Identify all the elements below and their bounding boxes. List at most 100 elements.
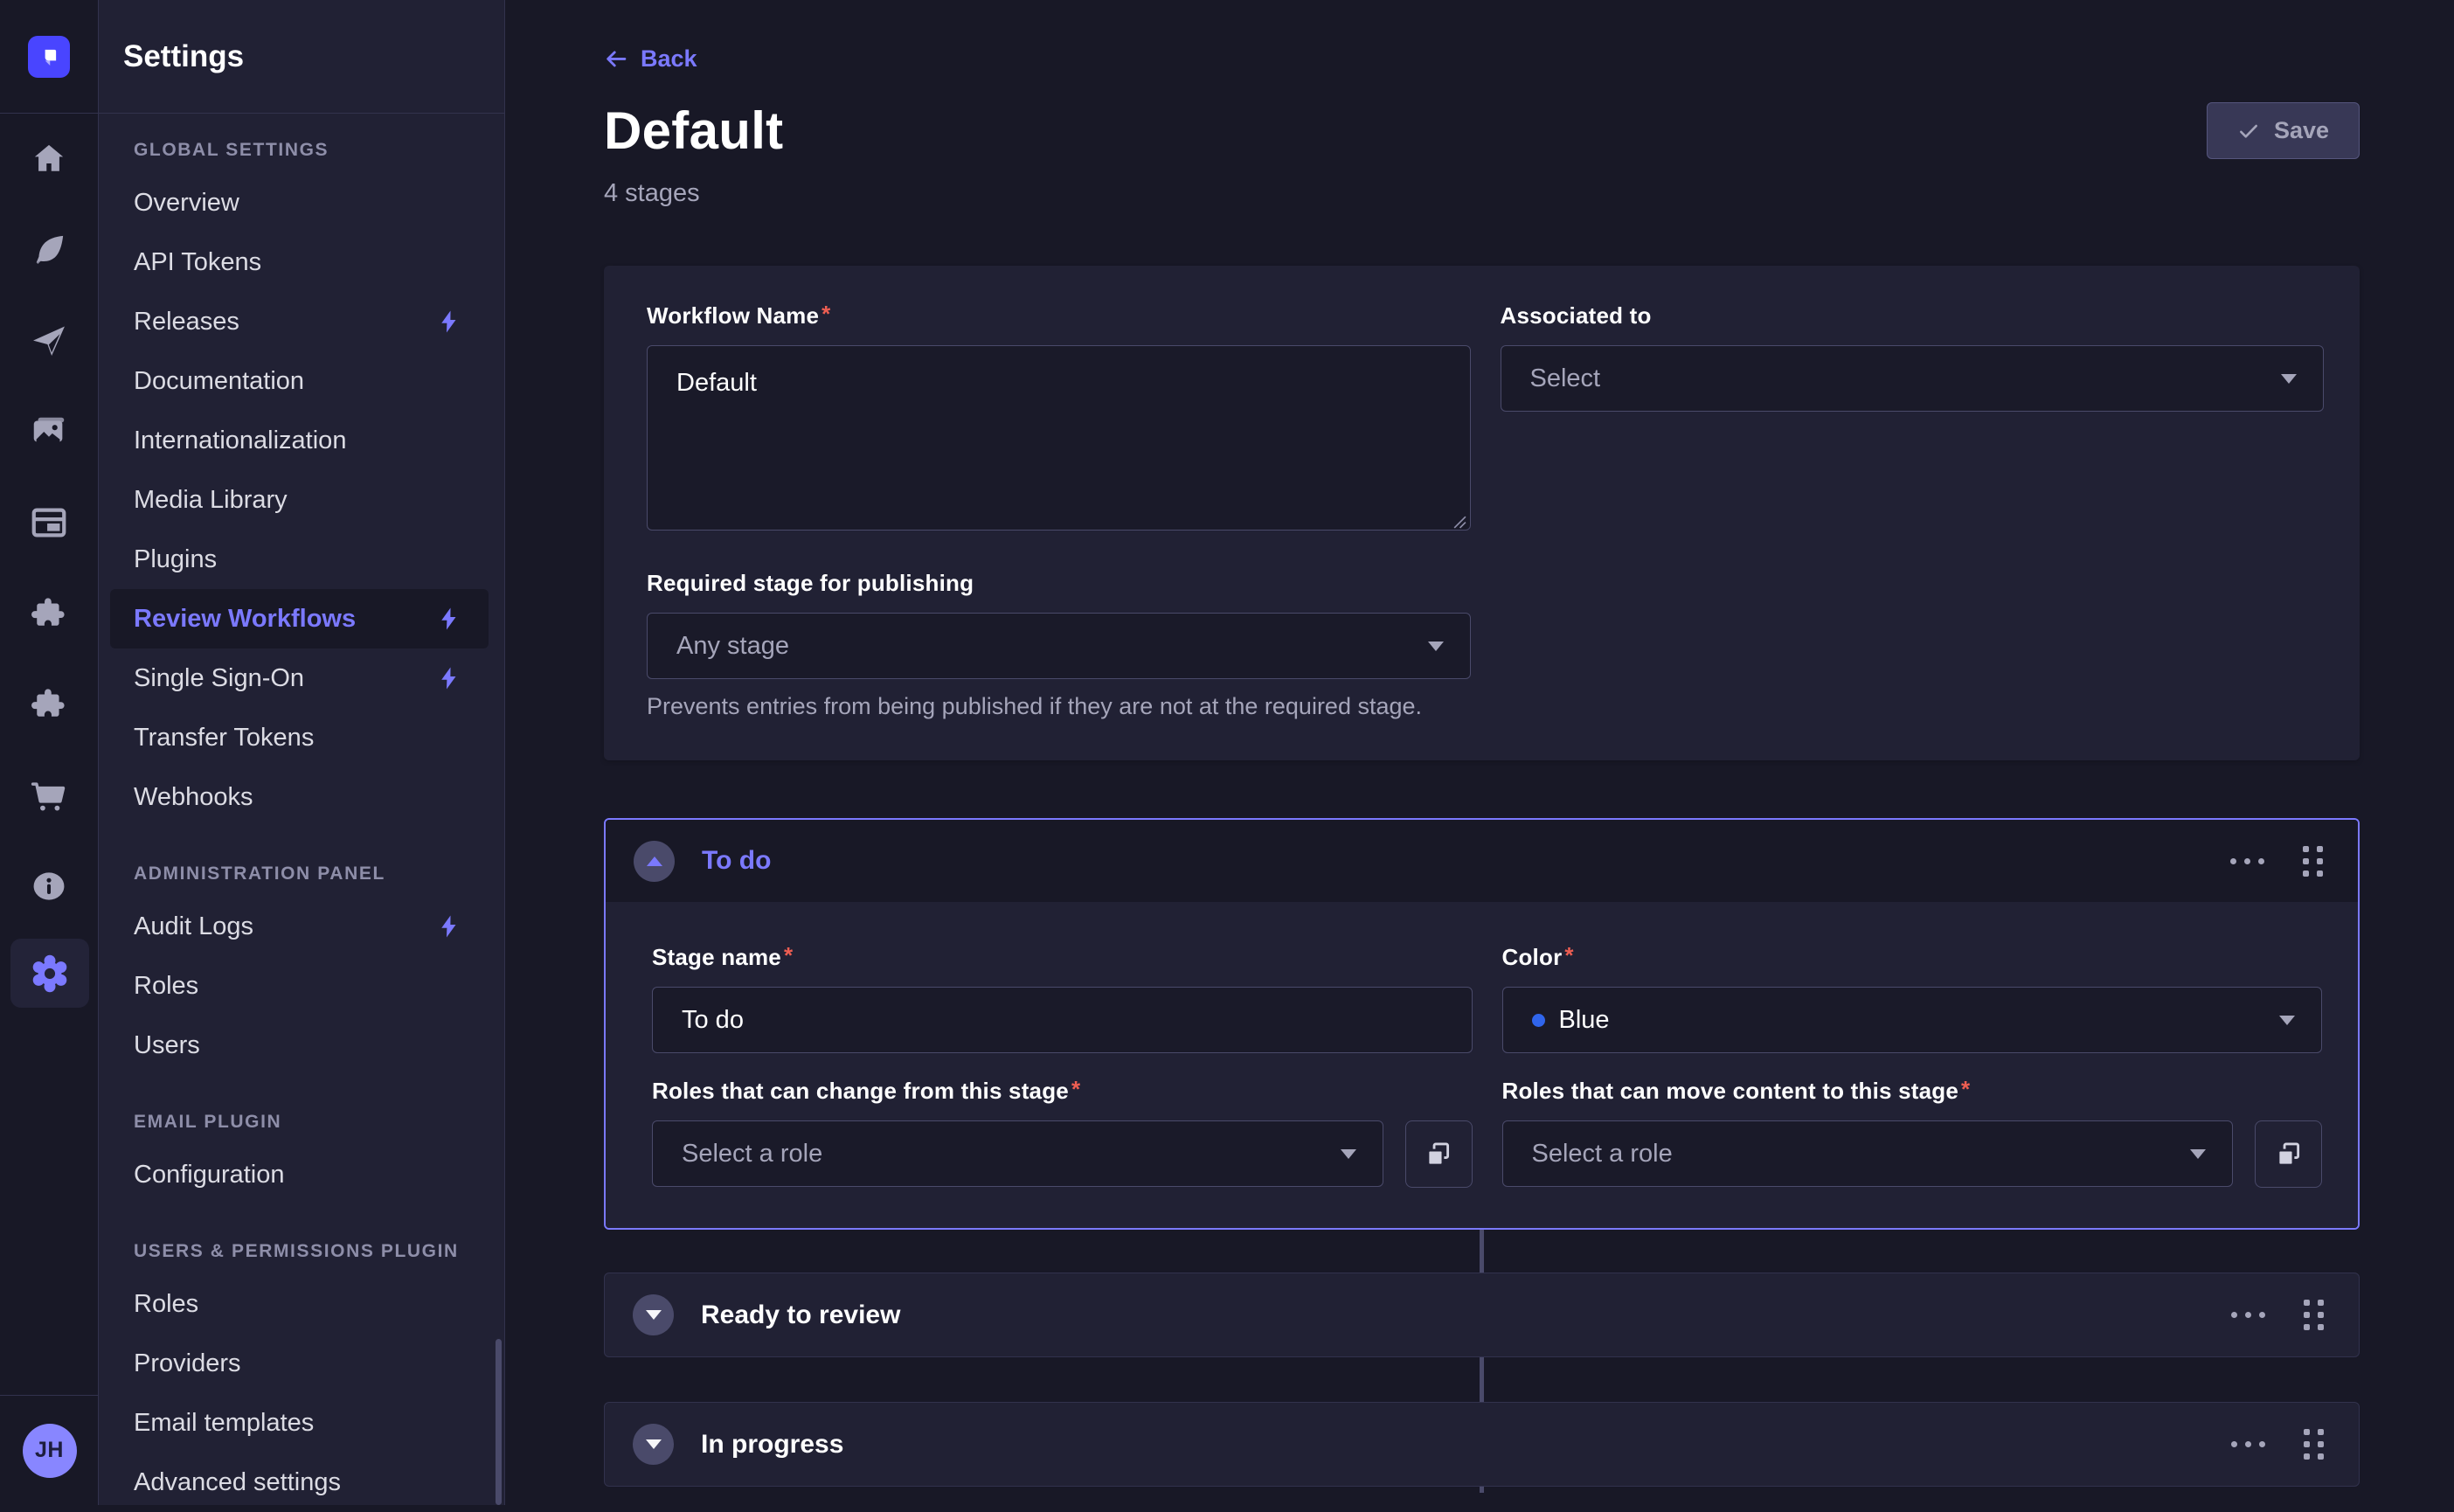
- nav-rail-icons: [0, 114, 98, 932]
- sidebar-item-roles[interactable]: Roles: [110, 1274, 489, 1334]
- settings-sidebar: Settings GLOBAL SETTINGSOverviewAPI Toke…: [99, 0, 505, 1505]
- duplicate-roles-button[interactable]: [1405, 1120, 1473, 1188]
- chevron-down-icon: [2190, 1149, 2206, 1159]
- back-link[interactable]: Back: [604, 45, 697, 73]
- stage-options-menu-icon[interactable]: [2229, 1307, 2267, 1323]
- settings-sidebar-header: Settings: [99, 0, 504, 114]
- collapse-toggle-button[interactable]: [634, 841, 675, 882]
- sidebar-scrollbar-thumb[interactable]: [496, 1339, 502, 1505]
- sidebar-item-audit-logs[interactable]: Audit Logs: [110, 897, 489, 956]
- stage-color-value: Blue: [1559, 1006, 2280, 1035]
- roles-from-select[interactable]: Select a role: [652, 1120, 1383, 1187]
- puzzle-icon[interactable]: [0, 568, 99, 659]
- expand-toggle-button[interactable]: [633, 1294, 674, 1335]
- puzzle-icon-2[interactable]: [0, 659, 99, 750]
- cart-icon[interactable]: [0, 750, 99, 841]
- resize-grip-icon[interactable]: [1452, 514, 1466, 529]
- chevron-down-icon: [2281, 374, 2297, 384]
- sidebar-item-label: Internationalization: [134, 427, 462, 455]
- stage-accordion-ready-to-review[interactable]: Ready to review: [604, 1273, 2360, 1357]
- info-icon[interactable]: [0, 841, 99, 932]
- stage-color-select[interactable]: Blue: [1502, 987, 2323, 1053]
- required-stage-hint: Prevents entries from being published if…: [647, 693, 1471, 720]
- stage-color-label: Color*: [1502, 944, 2323, 971]
- sidebar-item-plugins[interactable]: Plugins: [110, 530, 489, 589]
- sidebar-item-email-templates[interactable]: Email templates: [110, 1393, 489, 1453]
- sidebar-item-overview[interactable]: Overview: [110, 173, 489, 232]
- save-button[interactable]: Save: [2207, 102, 2360, 159]
- sidebar-item-configuration[interactable]: Configuration: [110, 1145, 489, 1204]
- lightning-icon: [436, 606, 462, 632]
- nav-rail-header: [0, 0, 98, 114]
- home-icon[interactable]: [0, 114, 99, 205]
- required-stage-select[interactable]: Any stage: [647, 613, 1471, 679]
- lightning-icon: [436, 665, 462, 691]
- sidebar-item-label: Documentation: [134, 367, 462, 396]
- workflow-name-input[interactable]: Default: [647, 345, 1471, 531]
- sidebar-item-label: Users: [134, 1031, 462, 1060]
- stage-title: Ready to review: [701, 1300, 2229, 1330]
- main-nav-rail: JH: [0, 0, 99, 1505]
- sidebar-item-label: Roles: [134, 972, 462, 1001]
- sidebar-item-documentation[interactable]: Documentation: [110, 351, 489, 411]
- sidebar-item-roles[interactable]: Roles: [110, 956, 489, 1016]
- sidebar-item-label: Advanced settings: [134, 1468, 462, 1497]
- sidebar-item-api-tokens[interactable]: API Tokens: [110, 232, 489, 292]
- chevron-down-icon: [646, 1310, 662, 1320]
- required-asterisk: *: [821, 301, 830, 327]
- strapi-logo[interactable]: [28, 36, 70, 78]
- associated-to-select[interactable]: Select: [1501, 345, 2325, 412]
- paper-plane-icon[interactable]: [0, 295, 99, 386]
- sidebar-section: EMAIL PLUGIN Configuration: [110, 1112, 489, 1204]
- duplicate-roles-button[interactable]: [2255, 1120, 2322, 1188]
- sidebar-item-providers[interactable]: Providers: [110, 1334, 489, 1393]
- sidebar-item-users[interactable]: Users: [110, 1016, 489, 1075]
- chevron-up-icon: [647, 857, 662, 866]
- duplicate-icon: [1424, 1140, 1453, 1169]
- roles-to-select[interactable]: Select a role: [1502, 1120, 2234, 1187]
- required-stage-label: Required stage for publishing: [647, 570, 1471, 597]
- drag-handle-icon[interactable]: [2300, 1296, 2327, 1334]
- stage-accordion-in-progress[interactable]: In progress: [604, 1402, 2360, 1487]
- feather-icon[interactable]: [0, 205, 99, 295]
- sidebar-item-advanced-settings[interactable]: Advanced settings: [110, 1453, 489, 1512]
- sidebar-item-label: Plugins: [134, 545, 462, 574]
- required-asterisk: *: [1564, 942, 1573, 968]
- sidebar-item-media-library[interactable]: Media Library: [110, 470, 489, 530]
- sidebar-item-review-workflows[interactable]: Review Workflows: [110, 589, 489, 648]
- stage-options-menu-icon[interactable]: [2229, 853, 2266, 870]
- main-content: Back Default Save 4 stages Workflow Name…: [505, 0, 2454, 1505]
- stage-connector-line: [1480, 1357, 1484, 1402]
- chevron-down-icon: [646, 1439, 662, 1449]
- sidebar-item-label: Single Sign-On: [134, 664, 436, 693]
- gear-icon: [27, 951, 73, 996]
- sidebar-item-label: Overview: [134, 189, 462, 218]
- stage-options-menu-icon[interactable]: [2229, 1436, 2267, 1453]
- drag-handle-icon[interactable]: [2299, 843, 2326, 880]
- workflow-settings-card: Workflow Name* Default Associated to Se: [604, 266, 2360, 760]
- sidebar-item-releases[interactable]: Releases: [110, 292, 489, 351]
- sidebar-item-internationalization[interactable]: Internationalization: [110, 411, 489, 470]
- drag-handle-icon[interactable]: [2300, 1425, 2327, 1463]
- sidebar-item-label: Transfer Tokens: [134, 724, 462, 753]
- sidebar-item-single-sign-on[interactable]: Single Sign-On: [110, 648, 489, 708]
- settings-active-item[interactable]: [10, 939, 89, 1008]
- stage-count: 4 stages: [604, 179, 2360, 208]
- expand-toggle-button[interactable]: [633, 1424, 674, 1465]
- settings-menu: GLOBAL SETTINGSOverviewAPI TokensRelease…: [99, 114, 504, 1512]
- stage-accordion-todo-header[interactable]: To do: [606, 820, 2358, 902]
- sidebar-item-label: Providers: [134, 1349, 462, 1378]
- stage-accordion-todo-body: Stage name* To do Color* Blue: [606, 902, 2358, 1228]
- stage-name-value: To do: [682, 1006, 1445, 1035]
- media-icon[interactable]: [0, 386, 99, 477]
- stage-name-input[interactable]: To do: [652, 987, 1473, 1053]
- sidebar-section-header: ADMINISTRATION PANEL: [110, 864, 489, 884]
- sidebar-item-transfer-tokens[interactable]: Transfer Tokens: [110, 708, 489, 767]
- sidebar-item-label: Releases: [134, 308, 436, 336]
- stage-title: In progress: [701, 1430, 2229, 1460]
- layout-icon[interactable]: [0, 477, 99, 568]
- sidebar-item-webhooks[interactable]: Webhooks: [110, 767, 489, 827]
- sidebar-section-header: EMAIL PLUGIN: [110, 1112, 489, 1133]
- user-avatar[interactable]: JH: [23, 1424, 77, 1478]
- chevron-down-icon: [2279, 1016, 2295, 1025]
